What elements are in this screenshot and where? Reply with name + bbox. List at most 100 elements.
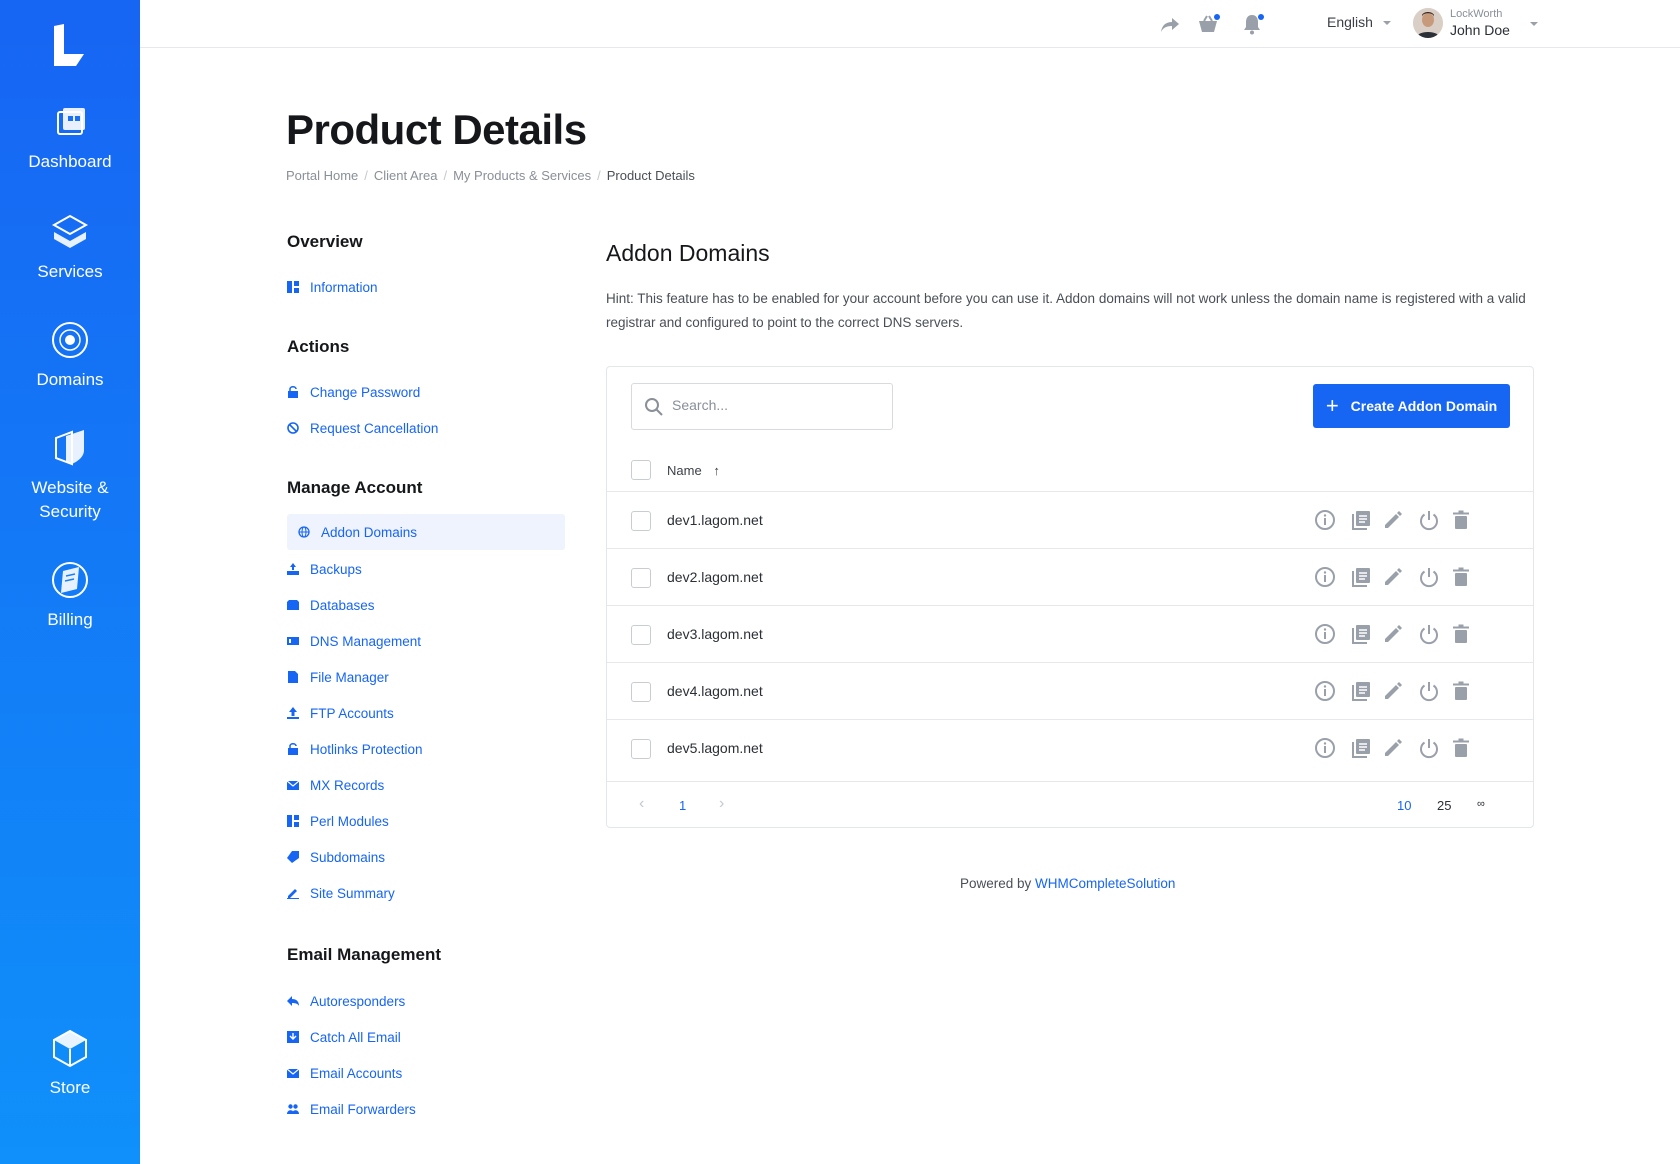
details-list-icon[interactable] — [1349, 565, 1373, 589]
avatar[interactable] — [1413, 8, 1443, 38]
power-icon[interactable] — [1417, 508, 1441, 532]
breadcrumb-client-area[interactable]: Client Area — [374, 168, 438, 183]
sidebar-label-security: Security — [39, 502, 101, 521]
link-site-summary[interactable]: Site Summary — [287, 883, 395, 903]
edit-pencil-icon[interactable] — [1381, 565, 1405, 589]
edit-pencil-icon[interactable] — [1381, 736, 1405, 760]
cart-badge-dot — [1214, 14, 1220, 20]
info-icon[interactable] — [1313, 565, 1337, 589]
cart-button[interactable] — [1196, 12, 1220, 36]
edit-pencil-icon[interactable] — [1381, 622, 1405, 646]
page-size-10[interactable]: 10 — [1397, 798, 1411, 813]
page-title: Product Details — [286, 106, 587, 153]
trash-icon[interactable] — [1449, 736, 1473, 760]
power-icon[interactable] — [1417, 622, 1441, 646]
power-icon[interactable] — [1417, 565, 1441, 589]
services-icon — [51, 214, 89, 248]
user-menu[interactable]: LockWorth John Doe — [1450, 7, 1510, 39]
sidebar-item-dashboard[interactable]: Dashboard — [0, 102, 140, 174]
info-icon[interactable] — [1313, 736, 1337, 760]
page-size-25[interactable]: 25 — [1437, 798, 1451, 813]
edit-pencil-icon[interactable] — [1381, 508, 1405, 532]
overview-heading: Overview — [287, 232, 363, 251]
upload-icon — [287, 707, 299, 719]
grid-icon — [287, 815, 299, 827]
details-list-icon[interactable] — [1349, 736, 1373, 760]
section-title: Addon Domains — [606, 240, 770, 266]
link-dns-management[interactable]: DNS Management — [287, 631, 421, 651]
details-list-icon[interactable] — [1349, 622, 1373, 646]
database-icon — [287, 600, 299, 610]
logo-icon[interactable] — [50, 24, 90, 68]
row-checkbox[interactable] — [631, 568, 651, 588]
trash-icon[interactable] — [1449, 622, 1473, 646]
page-number[interactable]: 1 — [679, 798, 686, 813]
link-addon-domains[interactable]: Addon Domains — [287, 514, 565, 550]
row-checkbox[interactable] — [631, 625, 651, 645]
link-change-password[interactable]: Change Password — [287, 382, 420, 402]
breadcrumb-portal-home[interactable]: Portal Home — [286, 168, 358, 183]
link-email-forwarders[interactable]: Email Forwarders — [287, 1099, 416, 1119]
breadcrumb: Portal Home / Client Area / My Products & Se… — [286, 168, 695, 183]
upload-tray-icon — [287, 563, 299, 575]
link-perl-modules[interactable]: Perl Modules — [287, 811, 389, 831]
domain-name[interactable]: dev2.lagom.net — [667, 569, 763, 585]
prev-page-icon[interactable]: ‹ — [639, 795, 644, 813]
sidebar-item-store[interactable]: Store — [0, 1028, 140, 1100]
trash-icon[interactable] — [1449, 679, 1473, 703]
link-databases[interactable]: Databases — [287, 595, 375, 615]
row-checkbox[interactable] — [631, 739, 651, 759]
link-request-cancellation[interactable]: Request Cancellation — [287, 418, 438, 438]
plus-icon: + — [1325, 393, 1339, 418]
breadcrumb-my-products[interactable]: My Products & Services — [453, 168, 591, 183]
row-checkbox[interactable] — [631, 682, 651, 702]
power-icon[interactable] — [1417, 736, 1441, 760]
link-subdomains[interactable]: Subdomains — [287, 847, 385, 867]
domain-name[interactable]: dev1.lagom.net — [667, 512, 763, 528]
domain-name[interactable]: dev5.lagom.net — [667, 740, 763, 756]
sidebar-item-domains[interactable]: Domains — [0, 320, 140, 392]
sidebar-item-website-security[interactable]: Website & Security — [0, 428, 140, 524]
details-list-icon[interactable] — [1349, 508, 1373, 532]
power-icon[interactable] — [1417, 679, 1441, 703]
column-header-name[interactable]: Name ↑ — [667, 463, 720, 478]
details-list-icon[interactable] — [1349, 679, 1373, 703]
trash-icon[interactable] — [1449, 508, 1473, 532]
page-size-all[interactable]: ∞ — [1477, 798, 1485, 810]
language-label: English — [1327, 14, 1373, 30]
link-autoresponders[interactable]: Autoresponders — [287, 991, 405, 1011]
create-addon-domain-button[interactable]: + Create Addon Domain — [1313, 384, 1510, 428]
sidebar-item-services[interactable]: Services — [0, 212, 140, 284]
link-email-accounts[interactable]: Email Accounts — [287, 1063, 402, 1083]
users-icon — [287, 1104, 299, 1114]
next-page-icon[interactable]: › — [719, 795, 724, 813]
info-icon[interactable] — [1313, 679, 1337, 703]
sidebar-item-billing[interactable]: Billing — [0, 560, 140, 632]
share-icon[interactable] — [1158, 12, 1182, 36]
pagination: ‹ 1 › 10 25 ∞ — [607, 781, 1533, 827]
search-icon — [645, 398, 663, 416]
link-ftp-accounts[interactable]: FTP Accounts — [287, 703, 394, 723]
trash-icon[interactable] — [1449, 565, 1473, 589]
search-input[interactable] — [672, 397, 872, 413]
info-icon[interactable] — [1313, 622, 1337, 646]
link-mx-records[interactable]: MX Records — [287, 775, 384, 795]
create-addon-domain-label: Create Addon Domain — [1350, 398, 1498, 414]
link-hotlinks-protection[interactable]: Hotlinks Protection — [287, 739, 423, 759]
select-all-checkbox[interactable] — [631, 460, 651, 480]
link-information[interactable]: Information — [287, 277, 378, 297]
language-selector[interactable]: English — [1327, 14, 1391, 30]
info-icon[interactable] — [1313, 508, 1337, 532]
notification-badge-dot — [1258, 14, 1264, 20]
link-file-manager[interactable]: File Manager — [287, 667, 389, 687]
footer-link[interactable]: WHMCompleteSolution — [1035, 876, 1175, 891]
link-backups[interactable]: Backups — [287, 559, 362, 579]
link-catch-all-email[interactable]: Catch All Email — [287, 1027, 401, 1047]
user-chevron-down-icon[interactable] — [1530, 22, 1538, 26]
sidebar-label-services: Services — [37, 262, 103, 281]
row-checkbox[interactable] — [631, 511, 651, 531]
edit-pencil-icon[interactable] — [1381, 679, 1405, 703]
notifications-button[interactable] — [1240, 12, 1264, 36]
domain-name[interactable]: dev3.lagom.net — [667, 626, 763, 642]
domain-name[interactable]: dev4.lagom.net — [667, 683, 763, 699]
